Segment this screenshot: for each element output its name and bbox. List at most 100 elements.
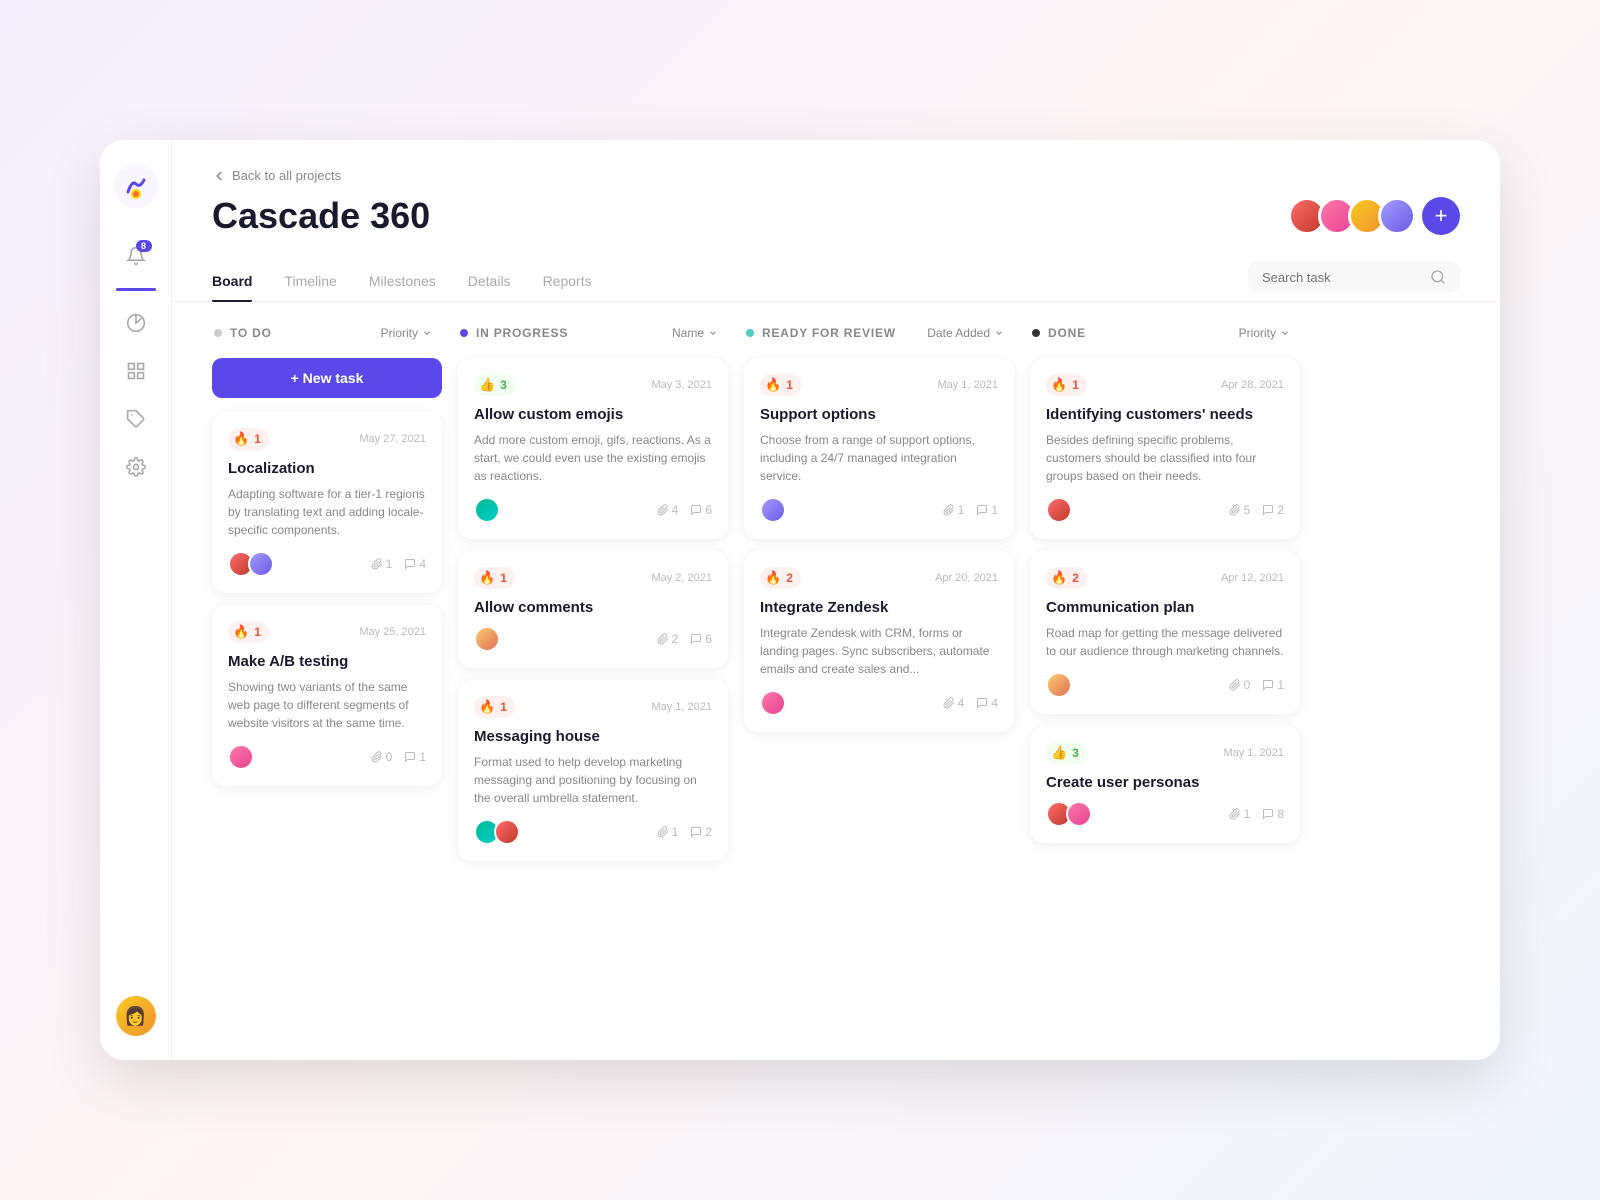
card-footer: 5 2 bbox=[1046, 497, 1284, 523]
card-allow-comments[interactable]: 🔥1 May 2, 2021 Allow comments 2 bbox=[458, 551, 728, 668]
back-link-label: Back to all projects bbox=[232, 168, 341, 183]
column-title-group-todo: TO DO bbox=[214, 326, 272, 340]
card-desc: Road map for getting the message deliver… bbox=[1046, 624, 1284, 660]
tab-details[interactable]: Details bbox=[468, 261, 511, 301]
card-avatar-2 bbox=[1066, 801, 1092, 827]
attachment-count: 2 bbox=[657, 632, 679, 646]
card-footer: 1 8 bbox=[1046, 801, 1284, 827]
card-title: Identifying customers' needs bbox=[1046, 406, 1284, 423]
inprogress-status-dot bbox=[460, 329, 468, 337]
column-inprogress: IN PROGRESS Name 👍3 May 3, 2021 Allow cu… bbox=[458, 322, 728, 1040]
card-custom-emojis[interactable]: 👍3 May 3, 2021 Allow custom emojis Add m… bbox=[458, 358, 728, 539]
project-title-row: Cascade 360 + bbox=[212, 195, 1460, 237]
card-avatars bbox=[1046, 672, 1072, 698]
priority-badge: 🔥1 bbox=[474, 567, 515, 589]
sidebar-board-icon[interactable] bbox=[116, 351, 156, 391]
card-title: Localization bbox=[228, 460, 426, 477]
card-title: Support options bbox=[760, 406, 998, 423]
notification-badge: 8 bbox=[136, 240, 152, 252]
card-avatars bbox=[760, 690, 786, 716]
card-integrate-zendesk[interactable]: 🔥2 Apr 20, 2021 Integrate Zendesk Integr… bbox=[744, 551, 1014, 732]
inprogress-sort-button[interactable]: Name bbox=[664, 322, 726, 344]
review-sort-button[interactable]: Date Added bbox=[919, 322, 1012, 344]
app-container: 8 bbox=[100, 140, 1500, 1060]
done-sort-button[interactable]: Priority bbox=[1231, 322, 1298, 344]
card-ab-testing[interactable]: 🔥1 May 25, 2021 Make A/B testing Showing… bbox=[212, 605, 442, 786]
card-desc: Adapting software for a tier-1 regions b… bbox=[228, 485, 426, 539]
card-meta: 0 1 bbox=[1229, 678, 1284, 692]
card-localization[interactable]: 🔥1 May 27, 2021 Localization Adapting so… bbox=[212, 412, 442, 593]
add-member-button[interactable]: + bbox=[1422, 197, 1460, 235]
card-create-user-personas[interactable]: 👍3 May 1, 2021 Create user personas 1 bbox=[1030, 726, 1300, 843]
card-avatar-1 bbox=[760, 497, 786, 523]
card-date: May 25, 2021 bbox=[359, 626, 426, 638]
priority-badge: 👍3 bbox=[1046, 742, 1087, 764]
page-header: Back to all projects Cascade 360 + bbox=[172, 140, 1500, 261]
tab-timeline[interactable]: Timeline bbox=[284, 261, 336, 301]
tab-board[interactable]: Board bbox=[212, 261, 252, 301]
attachment-count: 0 bbox=[371, 750, 393, 764]
main-content: Back to all projects Cascade 360 + Board… bbox=[172, 140, 1500, 1060]
card-avatar-1 bbox=[228, 744, 254, 770]
search-icon bbox=[1430, 269, 1446, 285]
comment-count: 2 bbox=[1262, 503, 1284, 517]
card-desc: Showing two variants of the same web pag… bbox=[228, 678, 426, 732]
app-logo[interactable] bbox=[114, 164, 158, 208]
attachment-count: 1 bbox=[371, 557, 393, 571]
column-title-group-done: DONE bbox=[1032, 326, 1086, 340]
card-footer: 4 6 bbox=[474, 497, 712, 523]
card-meta: 1 4 bbox=[371, 557, 426, 571]
column-todo: TO DO Priority + New task 🔥1 May 27, 202… bbox=[212, 322, 442, 1040]
sidebar-settings-icon[interactable] bbox=[116, 447, 156, 487]
back-to-projects-link[interactable]: Back to all projects bbox=[212, 168, 1460, 183]
card-top: 🔥2 Apr 12, 2021 bbox=[1046, 567, 1284, 589]
card-desc: Besides defining specific problems, cust… bbox=[1046, 431, 1284, 485]
card-communication-plan[interactable]: 🔥2 Apr 12, 2021 Communication plan Road … bbox=[1030, 551, 1300, 714]
card-support-options[interactable]: 🔥1 May 1, 2021 Support options Choose fr… bbox=[744, 358, 1014, 539]
sidebar-notifications-icon[interactable]: 8 bbox=[116, 236, 156, 276]
card-meta: 1 2 bbox=[657, 825, 712, 839]
card-top: 👍3 May 3, 2021 bbox=[474, 374, 712, 396]
card-footer: 0 1 bbox=[228, 744, 426, 770]
card-date: May 1, 2021 bbox=[1223, 747, 1284, 759]
card-desc: Format used to help develop marketing me… bbox=[474, 753, 712, 807]
new-task-button[interactable]: + New task bbox=[212, 358, 442, 398]
card-footer: 1 1 bbox=[760, 497, 998, 523]
todo-sort-button[interactable]: Priority bbox=[373, 322, 440, 344]
sidebar-analytics-icon[interactable] bbox=[116, 303, 156, 343]
search-bar bbox=[1248, 261, 1460, 293]
team-avatar-4 bbox=[1378, 197, 1416, 235]
column-inprogress-header: IN PROGRESS Name bbox=[458, 322, 728, 344]
attachment-count: 1 bbox=[657, 825, 679, 839]
sidebar-user-area: 👩 bbox=[116, 996, 156, 1036]
tab-milestones[interactable]: Milestones bbox=[369, 261, 436, 301]
column-done-header: DONE Priority bbox=[1030, 322, 1300, 344]
card-date: Apr 12, 2021 bbox=[1221, 572, 1284, 584]
priority-badge: 🔥1 bbox=[1046, 374, 1087, 396]
card-identifying-customers[interactable]: 🔥1 Apr 28, 2021 Identifying customers' n… bbox=[1030, 358, 1300, 539]
priority-badge: 🔥1 bbox=[760, 374, 801, 396]
card-avatar-1 bbox=[1046, 497, 1072, 523]
card-avatars bbox=[1046, 497, 1072, 523]
review-status-dot bbox=[746, 329, 754, 337]
card-title: Create user personas bbox=[1046, 774, 1284, 791]
card-avatars bbox=[1046, 801, 1092, 827]
nav-tabs: Board Timeline Milestones Details Report… bbox=[172, 261, 1500, 302]
card-footer: 1 2 bbox=[474, 819, 712, 845]
card-top: 🔥1 May 2, 2021 bbox=[474, 567, 712, 589]
comment-count: 4 bbox=[404, 557, 426, 571]
project-team-avatars: + bbox=[1288, 197, 1460, 235]
column-done: DONE Priority 🔥1 Apr 28, 2021 Identifyin… bbox=[1030, 322, 1300, 1040]
kanban-board: TO DO Priority + New task 🔥1 May 27, 202… bbox=[172, 302, 1500, 1060]
sidebar-puzzle-icon[interactable] bbox=[116, 399, 156, 439]
card-messaging-house[interactable]: 🔥1 May 1, 2021 Messaging house Format us… bbox=[458, 680, 728, 861]
card-date: May 27, 2021 bbox=[359, 433, 426, 445]
priority-badge: 🔥2 bbox=[1046, 567, 1087, 589]
card-title: Make A/B testing bbox=[228, 653, 426, 670]
card-date: May 1, 2021 bbox=[651, 701, 712, 713]
comment-count: 1 bbox=[404, 750, 426, 764]
column-todo-title: TO DO bbox=[230, 326, 272, 340]
tab-reports[interactable]: Reports bbox=[543, 261, 592, 301]
sidebar-user-avatar[interactable]: 👩 bbox=[116, 996, 156, 1036]
search-input[interactable] bbox=[1262, 270, 1422, 285]
